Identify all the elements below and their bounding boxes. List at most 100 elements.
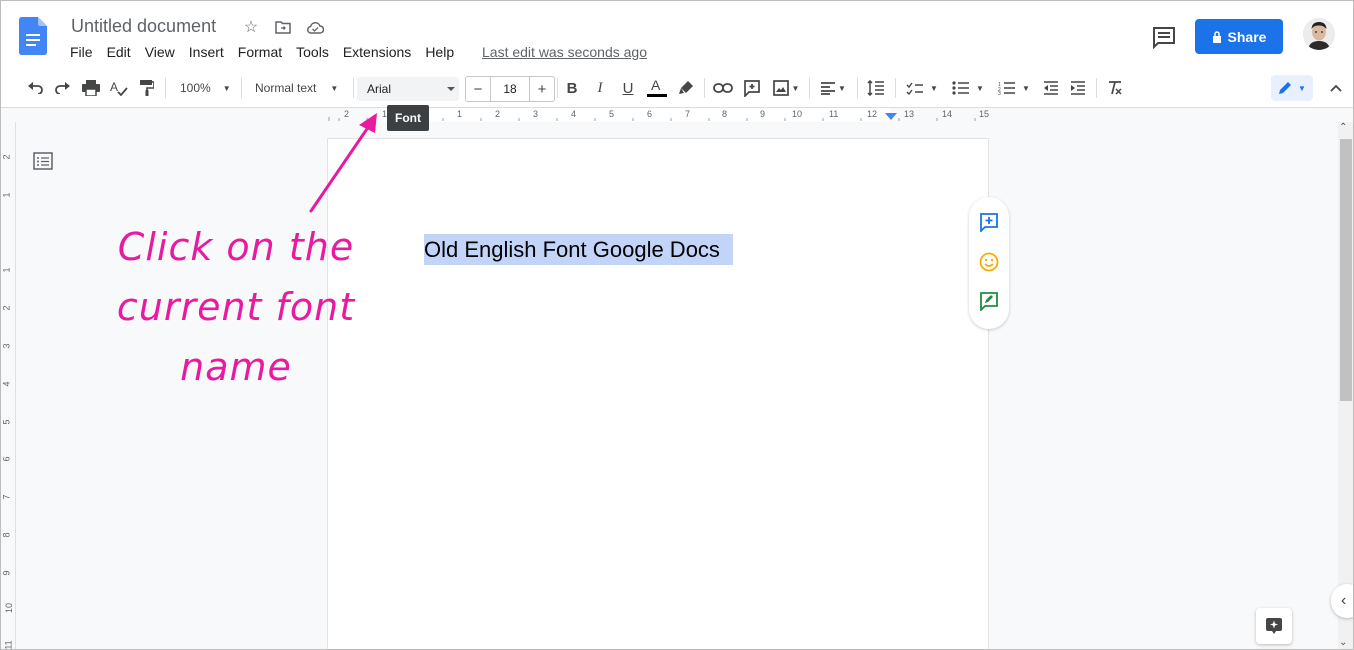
avatar[interactable] (1303, 18, 1335, 50)
chevron-down-icon: ▼ (1298, 83, 1306, 93)
emoji-reaction-icon[interactable] (979, 252, 999, 272)
font-size-input[interactable]: 18 (490, 77, 530, 101)
ruler-label: 4 (571, 109, 577, 119)
ruler-label: 8 (1, 532, 12, 538)
style-value: Normal text (255, 81, 317, 95)
spellcheck-icon[interactable]: A (109, 69, 129, 107)
scroll-down-icon[interactable]: ⌄ (1339, 637, 1347, 648)
svg-text:3: 3 (998, 91, 1001, 95)
ruler-label: 12 (867, 109, 878, 119)
menu-edit[interactable]: Edit (107, 44, 138, 60)
ruler-label: 1 (1, 192, 12, 198)
ruler-label: 1 (457, 109, 463, 119)
cloud-status-icon[interactable] (305, 17, 325, 37)
italic-icon[interactable]: I (590, 69, 610, 107)
side-panel-toggle-icon[interactable]: ‹ (1331, 584, 1353, 618)
last-edit-link[interactable]: Last edit was seconds ago (482, 44, 647, 60)
ruler-label: 6 (647, 109, 653, 119)
menu-insert[interactable]: Insert (189, 44, 231, 60)
comment-history-icon[interactable] (1151, 25, 1177, 49)
ruler-label: 14 (942, 109, 953, 119)
collapse-toolbar-icon[interactable] (1325, 69, 1347, 107)
lock-icon (1212, 30, 1221, 43)
scrollbar-thumb[interactable] (1340, 139, 1352, 401)
star-icon[interactable]: ☆ (241, 17, 261, 37)
paint-format-icon[interactable] (137, 69, 157, 107)
font-tooltip: Font (387, 105, 429, 131)
suggest-edits-icon[interactable] (979, 291, 999, 311)
add-comment-icon[interactable] (979, 212, 999, 232)
menu-tools[interactable]: Tools (296, 44, 336, 60)
decrease-indent-icon[interactable] (1040, 69, 1062, 107)
selected-text[interactable]: Old English Font Google Docs (424, 234, 733, 265)
toolbar-divider (1096, 78, 1097, 98)
menu-view[interactable]: View (145, 44, 182, 60)
style-select[interactable]: Normal text ▼ (249, 69, 349, 107)
docs-logo-icon[interactable] (19, 17, 47, 55)
clear-formatting-icon[interactable] (1104, 69, 1126, 107)
menu-extensions[interactable]: Extensions (343, 44, 418, 60)
toolbar-divider (704, 78, 705, 98)
align-icon[interactable]: ▼ (817, 69, 849, 107)
ruler-label: 7 (685, 109, 691, 119)
chevron-down-icon: ▼ (222, 83, 231, 93)
font-value: Arial (367, 82, 392, 96)
doc-title[interactable]: Untitled document (71, 16, 216, 37)
move-folder-icon[interactable] (273, 17, 293, 37)
increase-indent-icon[interactable] (1067, 69, 1089, 107)
bold-icon[interactable]: B (562, 69, 582, 107)
line-spacing-icon[interactable] (865, 69, 887, 107)
zoom-value: 100% (180, 81, 211, 95)
zoom-select[interactable]: 100% ▼ (173, 69, 237, 107)
app-window: Untitled document ☆ File Edit View Inser… (0, 0, 1354, 650)
chevron-down-icon: ▼ (330, 83, 339, 93)
highlight-icon[interactable] (676, 69, 696, 107)
bulleted-list-icon[interactable]: ▼ (949, 69, 987, 107)
decrease-size-button[interactable]: − (466, 81, 490, 98)
menu-bar: File Edit View Insert Format Tools Exten… (70, 44, 461, 60)
link-icon[interactable] (712, 69, 734, 107)
insert-image-icon[interactable]: ▼ (769, 69, 803, 107)
text-color-icon[interactable]: A (646, 69, 668, 107)
scroll-up-icon[interactable]: ⌃ (1339, 122, 1347, 133)
document-page[interactable] (328, 139, 988, 649)
ruler-label: 13 (904, 109, 915, 119)
pencil-icon (1279, 82, 1292, 94)
undo-icon[interactable] (25, 69, 45, 107)
share-button[interactable]: Share (1195, 19, 1283, 54)
document-outline-icon[interactable] (33, 152, 53, 170)
horizontal-ruler[interactable]: 2 1 1 2 3 4 5 6 7 8 9 10 11 12 13 14 15 (1, 108, 1353, 122)
toolbar: A 100% ▼ Normal text ▼ Arial − 18 + B I … (1, 69, 1353, 108)
svg-text:A: A (110, 80, 118, 94)
font-size-control: − 18 + (465, 76, 555, 102)
redo-icon[interactable] (53, 69, 73, 107)
increase-size-button[interactable]: + (530, 81, 554, 98)
toolbar-divider (165, 78, 166, 98)
svg-text:A: A (651, 77, 661, 93)
header: Untitled document ☆ File Edit View Inser… (1, 1, 1353, 69)
annotation-line-1: Click on the (117, 225, 355, 269)
ruler-label: 6 (1, 456, 12, 462)
ruler-label: 15 (979, 109, 990, 119)
numbered-list-icon[interactable]: 123 ▼ (995, 69, 1033, 107)
ruler-label: 4 (1, 381, 12, 387)
menu-file[interactable]: File (70, 44, 100, 60)
vertical-ruler[interactable]: 2 1 1 2 3 4 5 6 7 8 9 10 11 (1, 122, 16, 649)
ruler-label: 2 (495, 109, 501, 119)
ruler-label: 10 (792, 109, 803, 119)
ruler-label: 8 (722, 109, 728, 119)
toolbar-divider (857, 78, 858, 98)
checklist-icon[interactable]: ▼ (903, 69, 941, 107)
chevron-down-icon (447, 87, 455, 91)
editing-mode-button[interactable]: ▼ (1271, 75, 1313, 101)
menu-format[interactable]: Format (238, 44, 289, 60)
ruler-label: 9 (760, 109, 766, 119)
explore-icon[interactable] (1256, 608, 1292, 644)
print-icon[interactable] (81, 69, 101, 107)
font-select[interactable]: Arial (357, 77, 459, 101)
menu-help[interactable]: Help (425, 44, 461, 60)
add-comment-icon[interactable] (741, 69, 763, 107)
toolbar-divider (557, 78, 558, 98)
underline-icon[interactable]: U (618, 69, 638, 107)
ruler-label: 2 (1, 154, 12, 160)
